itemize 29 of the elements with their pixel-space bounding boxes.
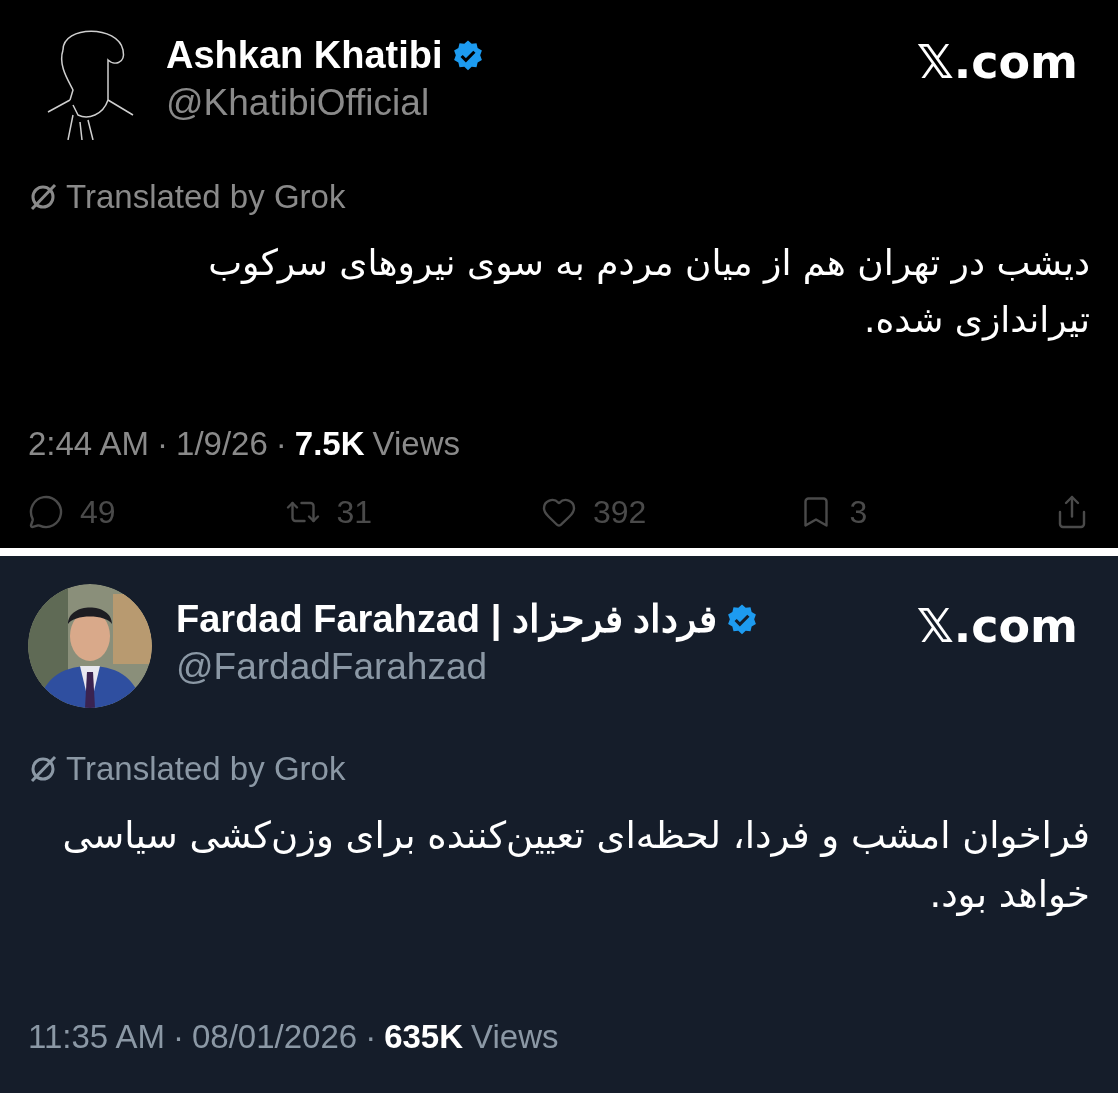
separator-dot: · xyxy=(157,423,169,464)
reply-icon[interactable] xyxy=(28,494,64,530)
author-handle: @KhatibiOfficial xyxy=(166,80,431,125)
site-logo: 𝕏.com xyxy=(916,598,1079,655)
separator-dot: · xyxy=(173,1016,184,1057)
views-count: 7.5K xyxy=(294,423,365,464)
grok-icon xyxy=(28,181,58,212)
action-count: 49 xyxy=(80,493,116,532)
tweet-time: 11:35 AM xyxy=(28,1016,165,1057)
views-count: 635K xyxy=(384,1016,464,1057)
tweet-time: 2:44 AM xyxy=(28,423,150,464)
tweet-text: فراخوان امشب و فردا، لحظه‌ای تعیین‌کننده برای وزن‌کشی سیاسی خواهد بود. xyxy=(61,812,1090,918)
tweet-date: 08/01/2026 xyxy=(192,1016,358,1057)
action-count: 392 xyxy=(593,493,647,532)
action-count: 31 xyxy=(336,493,373,532)
separator-dot: · xyxy=(365,1016,377,1057)
tweet-date: 1/9/26 xyxy=(176,423,268,464)
views-label: Views xyxy=(372,423,460,464)
site-logo: 𝕏.com xyxy=(916,34,1079,91)
tweet-text: دیشب در تهران هم از میان مردم به سوی نیروهای سرکوب تیراندازی شده. xyxy=(207,240,1090,343)
translation-text: Translated by Grok xyxy=(66,749,346,789)
separator-dot: · xyxy=(275,423,287,464)
translation-text: Translated by Grok xyxy=(66,177,346,217)
author-handle: @FardadFarahzad xyxy=(176,644,489,689)
author-name: Fardad Farahzad | فرداد فرحزاد xyxy=(176,597,718,644)
views-label: Views xyxy=(471,1016,559,1057)
grok-icon xyxy=(28,753,58,784)
action-count: 3 xyxy=(849,493,868,532)
author-name: Ashkan Khatibi xyxy=(166,33,443,78)
